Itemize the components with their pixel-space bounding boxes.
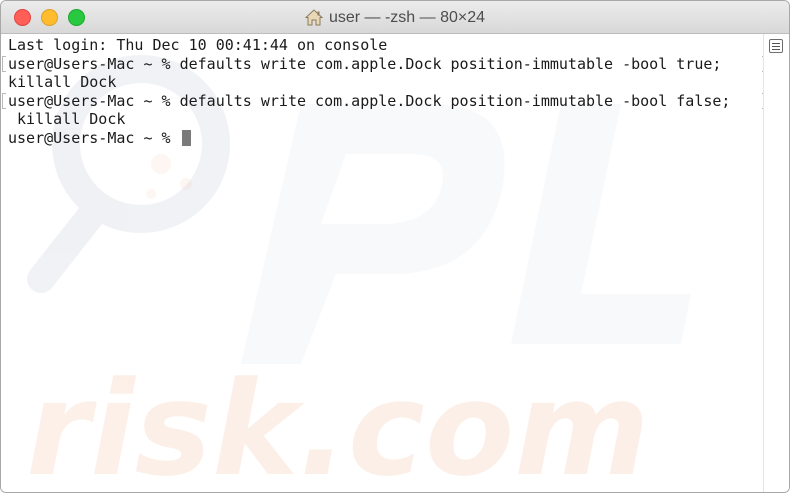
terminal-line: Last login: Thu Dec 10 00:41:44 on conso… [8,36,768,55]
home-icon [304,9,323,26]
terminal-line-text: user@Users-Mac ~ % defaults write com.ap… [8,91,731,110]
terminal-output[interactable]: Last login: Thu Dec 10 00:41:44 on conso… [2,36,768,148]
text-cursor [181,129,191,146]
marks-menu-icon[interactable] [769,39,783,53]
title-bar[interactable]: user — -zsh — 80×24 [1,1,789,34]
terminal-line: user@Users-Mac ~ % [8,129,768,148]
scrollbar[interactable] [763,34,789,492]
line-mark-bracket-left [2,92,6,109]
terminal-line: user@Users-Mac ~ % defaults write com.ap… [2,54,768,74]
terminal-line: killall Dock [8,73,768,92]
terminal-line-text: user@Users-Mac ~ % defaults write com.ap… [8,54,722,73]
terminal-window: user — -zsh — 80×24 risk.com Last login:… [0,0,790,493]
terminal-line: killall Dock [8,110,768,129]
line-mark-bracket-left [2,55,6,72]
window-title: user — -zsh — 80×24 [1,1,789,34]
terminal-line-text: user@Users-Mac ~ % [8,128,180,147]
terminal-line-text: killall Dock [8,73,117,91]
window-title-text: user — -zsh — 80×24 [328,8,486,26]
terminal-line-text: killall Dock [8,110,126,128]
terminal-line-text: Last login: Thu Dec 10 00:41:44 on conso… [8,36,388,54]
terminal-line: user@Users-Mac ~ % defaults write com.ap… [2,91,768,111]
